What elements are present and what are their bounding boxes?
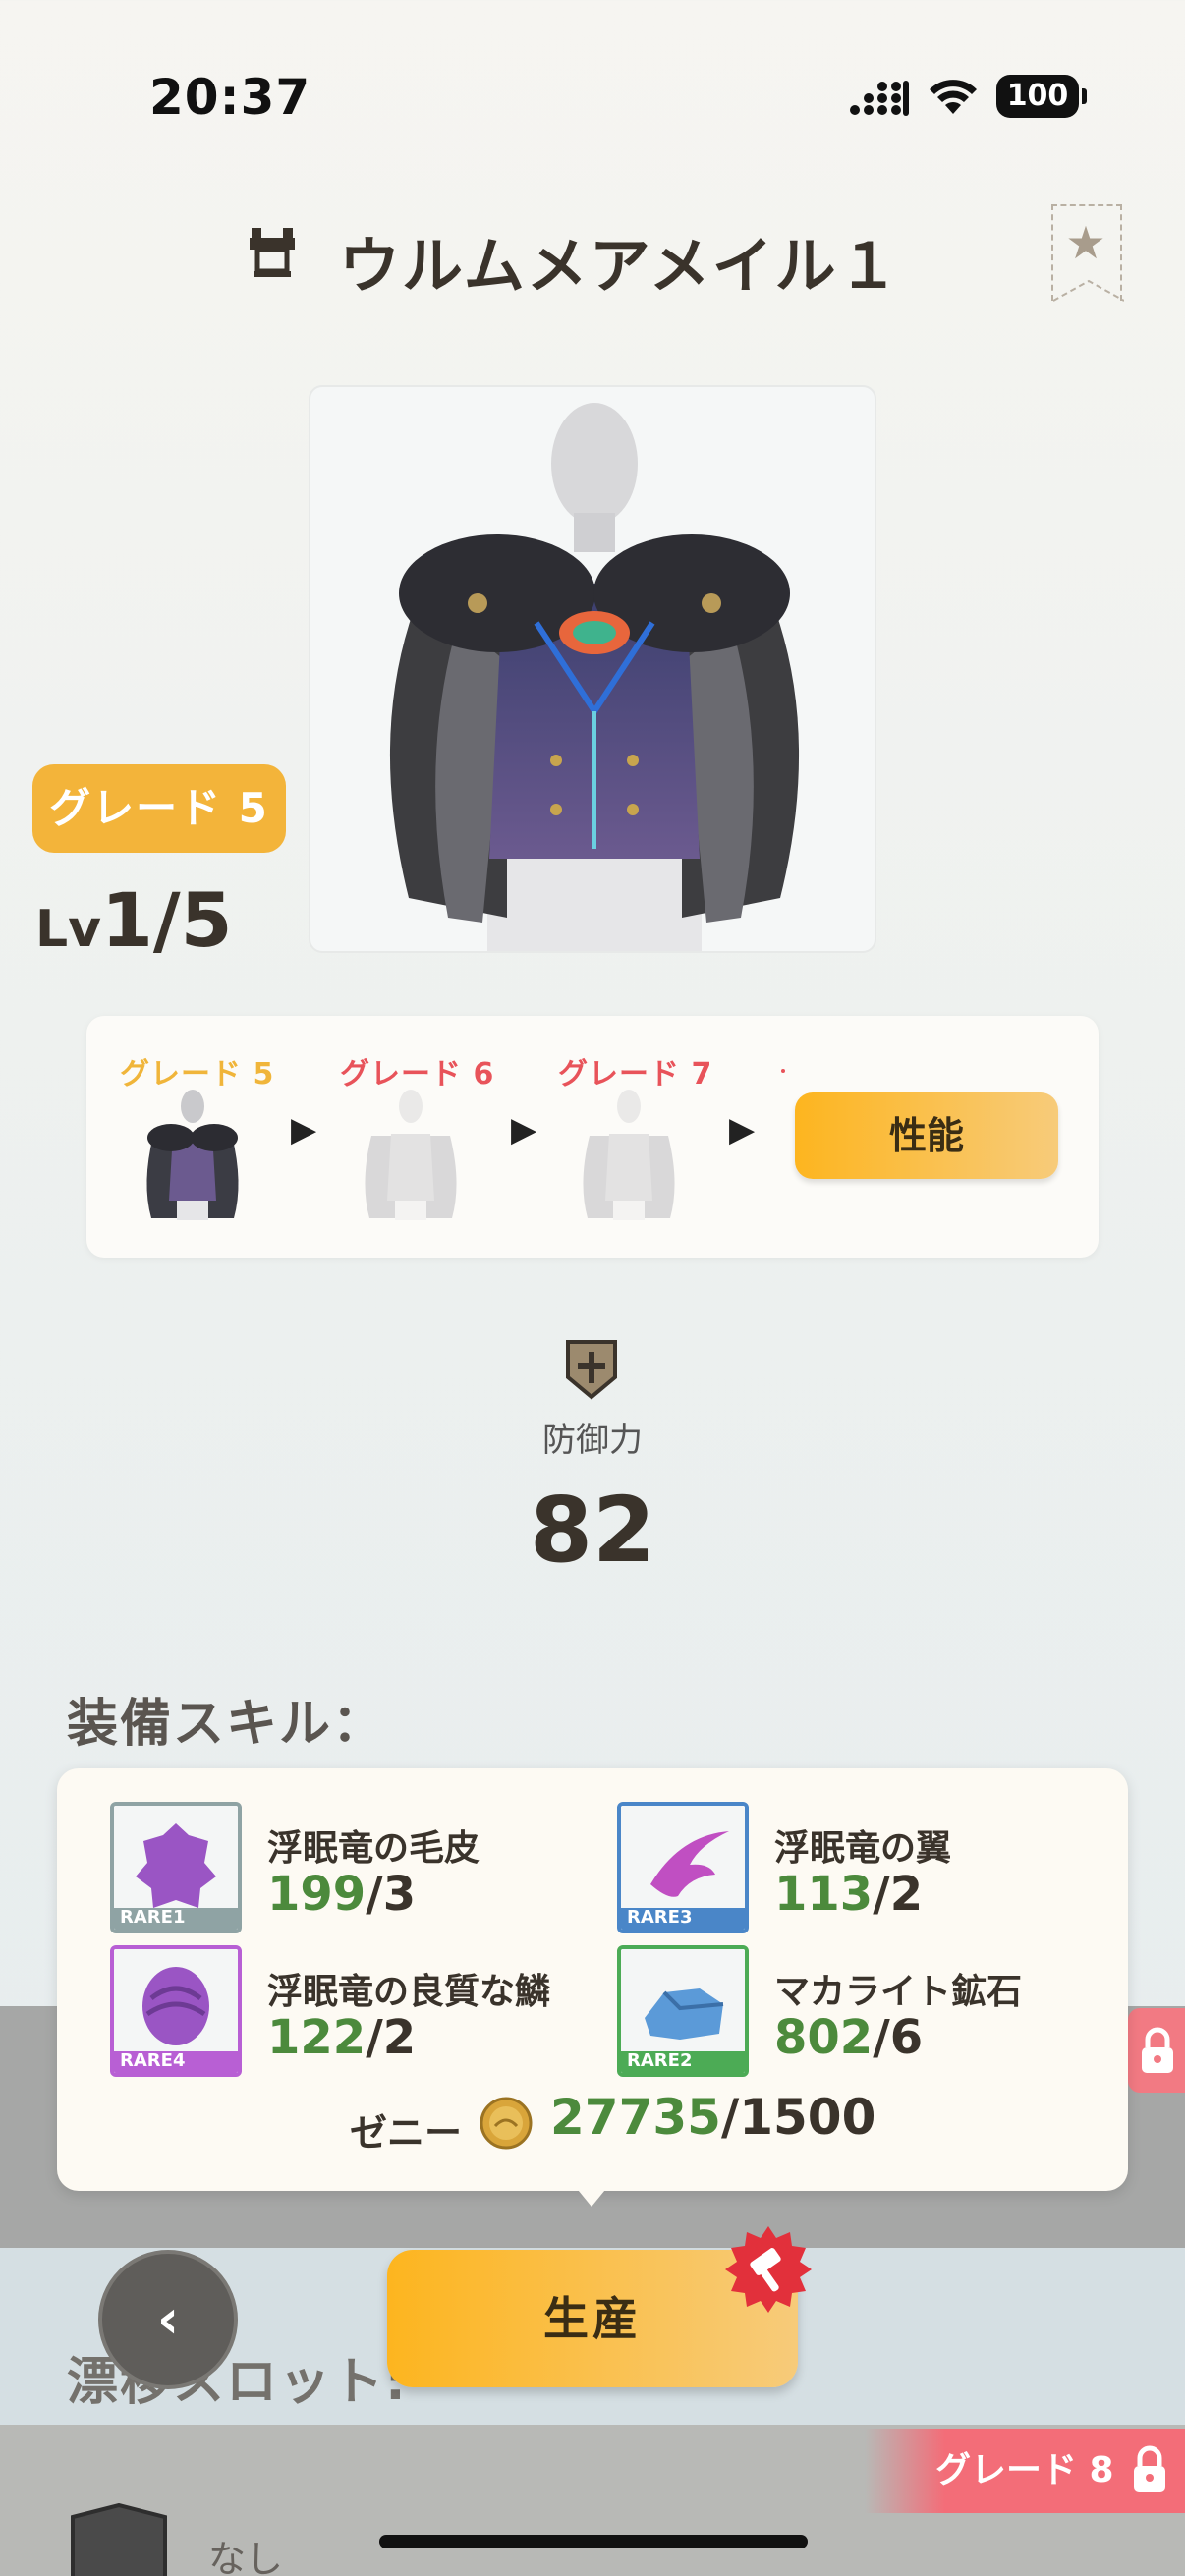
- zeny-coin-icon: [480, 2097, 533, 2150]
- defense-shield-icon: [566, 1340, 617, 1400]
- equipment-skills-header: 装備スキル：: [67, 1695, 386, 1754]
- material-thumbnail[interactable]: RARE3: [617, 1802, 749, 1933]
- defense-value: 82: [529, 1478, 656, 1583]
- grade-stage-thumbnail[interactable]: [134, 1085, 252, 1222]
- material-need: /6: [873, 2010, 924, 2065]
- lock-icon: [1142, 2027, 1173, 2073]
- indicator-dot: [781, 1069, 785, 1073]
- lock-icon: [1134, 2445, 1165, 2492]
- grade-arrow-icon: ▶: [511, 1110, 537, 1149]
- material-have: 199: [267, 1867, 367, 1922]
- level-value: 1/5: [101, 876, 233, 964]
- grade-stage-thumbnail[interactable]: [570, 1085, 688, 1222]
- armor-icon: [250, 228, 295, 277]
- zeny-count: 27735/1500: [550, 2089, 875, 2146]
- zeny-need: /1500: [720, 2089, 876, 2146]
- material-have: 802: [774, 2010, 874, 2065]
- wifi-icon: [930, 80, 977, 114]
- home-indicator[interactable]: [379, 2535, 808, 2548]
- level-display: Lv1/5: [35, 876, 233, 964]
- material-name: マカライト鉱石: [774, 1972, 1023, 2012]
- grade-arrow-icon: ▶: [729, 1110, 756, 1149]
- chevron-left-icon: ‹: [156, 2288, 180, 2350]
- material-rarity: RARE1: [120, 1907, 186, 1928]
- locked-slot-tab[interactable]: [1128, 2008, 1185, 2093]
- material-name: 浮眠竜の良質な鱗: [267, 1972, 551, 2012]
- material-need: /3: [366, 1867, 417, 1922]
- material-thumbnail[interactable]: RARE1: [110, 1802, 242, 1933]
- defense-label: 防御力: [542, 1421, 643, 1460]
- current-grade-badge: グレード 5: [32, 764, 286, 853]
- material-rarity: RARE4: [120, 2050, 186, 2071]
- material-count: 122/2: [267, 2010, 416, 2065]
- status-time: 20:37: [149, 69, 311, 126]
- zeny-label: ゼニー: [350, 2111, 463, 2155]
- performance-button[interactable]: 性能: [795, 1092, 1058, 1179]
- grade8-lock-label: グレード 8: [935, 2450, 1114, 2491]
- material-thumbnail[interactable]: RARE4: [110, 1945, 242, 2077]
- material-count: 199/3: [267, 1867, 416, 1922]
- star-icon: ★: [1065, 216, 1106, 269]
- grade8-lock-banner[interactable]: グレード 8: [865, 2429, 1185, 2513]
- battery-indicator: 100: [996, 75, 1087, 118]
- grade-stage-thumbnail[interactable]: [352, 1085, 470, 1222]
- empty-slot-shield-icon: [71, 2503, 167, 2576]
- drift-slot-value: なし: [208, 2538, 284, 2576]
- material-name: 浮眠竜の毛皮: [267, 1828, 480, 1869]
- grade-arrow-icon: ▶: [291, 1110, 317, 1149]
- material-count: 802/6: [774, 2010, 923, 2065]
- cellular-signal-icon: [850, 81, 909, 116]
- equipment-title: ウルムメアメイル１: [339, 230, 901, 302]
- material-have: 122: [267, 2010, 367, 2065]
- material-count: 113/2: [774, 1867, 923, 1922]
- material-rarity: RARE3: [627, 1907, 693, 1928]
- level-prefix: Lv: [35, 900, 102, 959]
- popup-pointer: [574, 2185, 609, 2207]
- zeny-have: 27735: [550, 2089, 721, 2146]
- material-need: /2: [873, 1867, 924, 1922]
- back-button[interactable]: ‹: [98, 2250, 238, 2389]
- equipment-preview-image: [309, 385, 876, 953]
- material-rarity: RARE2: [627, 2050, 693, 2071]
- hammer-icon: [725, 2226, 812, 2313]
- material-need: /2: [366, 2010, 417, 2065]
- material-have: 113: [774, 1867, 874, 1922]
- material-name: 浮眠竜の翼: [774, 1828, 952, 1869]
- material-thumbnail[interactable]: RARE2: [617, 1945, 749, 2077]
